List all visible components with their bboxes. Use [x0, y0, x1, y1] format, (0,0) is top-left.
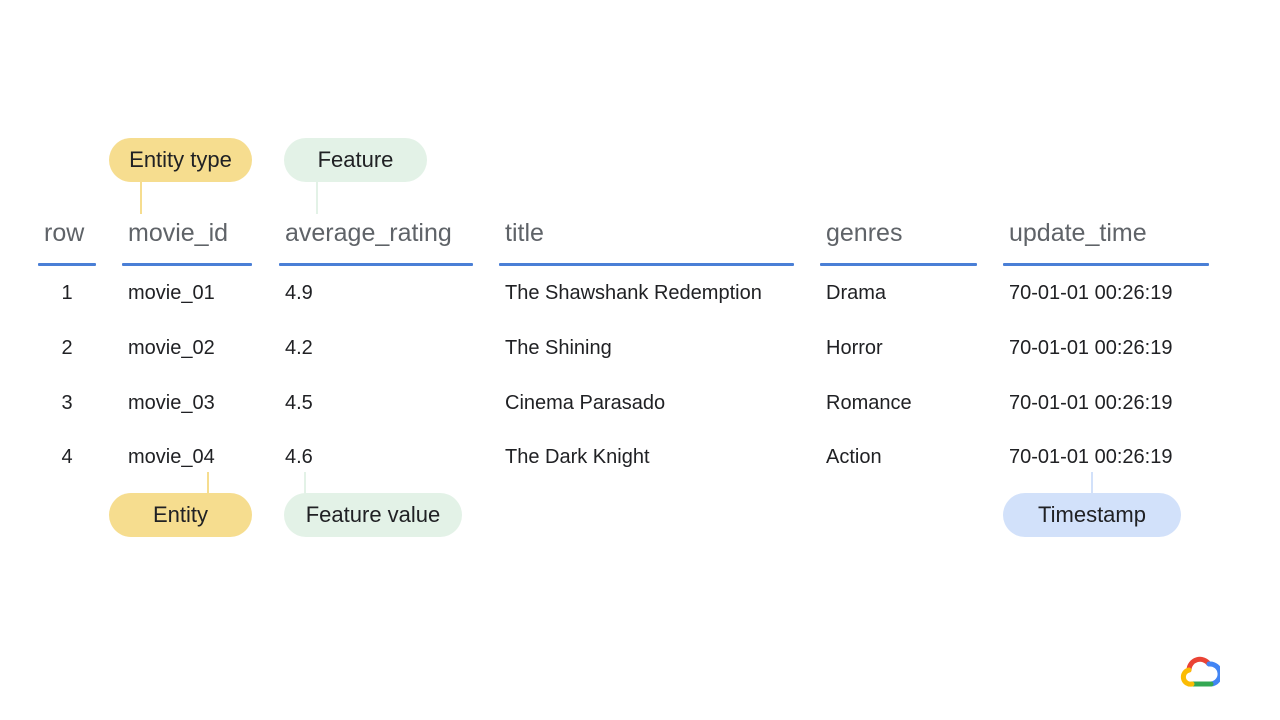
column-rule-update-time	[1003, 263, 1209, 266]
title-cell: The Shining	[505, 337, 612, 359]
title-cell: The Shawshank Redemption	[505, 282, 762, 304]
genres-cell: Drama	[826, 282, 887, 304]
column-header-genres: genres	[826, 219, 903, 247]
column-rule-row	[38, 263, 96, 266]
row-number-cell: 4	[61, 446, 73, 468]
column-rule-movie-id	[122, 263, 252, 266]
entity-type-connector	[140, 180, 142, 214]
movie-id-cell: movie_03	[128, 392, 215, 414]
update-time-cell: 70-01-01 00:26:19	[1009, 282, 1173, 304]
row-number-cell: 3	[61, 392, 73, 414]
movie-id-cell: movie_04	[128, 446, 215, 468]
average-rating-cell: 4.9	[285, 282, 313, 304]
column-rule-genres	[820, 263, 977, 266]
title-cell: Cinema Parasado	[505, 392, 666, 414]
title-cell: The Dark Knight	[505, 446, 650, 468]
update-time-cell: 70-01-01 00:26:19	[1009, 392, 1173, 414]
entity-label: Entity	[109, 493, 252, 537]
google-cloud-logo-icon	[1180, 656, 1220, 687]
column-header-row: row	[44, 219, 85, 247]
feature-value-label: Feature value	[284, 493, 462, 537]
movie-id-cell: movie_01	[128, 282, 215, 304]
column-header-title: title	[505, 219, 544, 247]
row-number-cell: 2	[61, 337, 73, 359]
genres-cell: Romance	[826, 392, 912, 414]
average-rating-cell: 4.6	[285, 446, 313, 468]
timestamp-label: Timestamp	[1003, 493, 1181, 537]
feature-label: Feature	[284, 138, 427, 182]
entity-connector	[207, 472, 209, 494]
update-time-cell: 70-01-01 00:26:19	[1009, 446, 1173, 468]
average-rating-cell: 4.5	[285, 392, 313, 414]
column-header-movie-id: movie_id	[128, 219, 229, 247]
feature-value-connector	[304, 472, 306, 494]
movie-id-cell: movie_02	[128, 337, 215, 359]
update-time-cell: 70-01-01 00:26:19	[1009, 337, 1173, 359]
entity-type-label: Entity type	[109, 138, 252, 182]
column-rule-title	[499, 263, 794, 266]
row-number-cell: 1	[61, 282, 73, 304]
column-header-update-time: update_time	[1009, 219, 1147, 247]
average-rating-cell: 4.2	[285, 337, 313, 359]
column-rule-average-rating	[279, 263, 473, 266]
feature-connector	[316, 180, 318, 214]
timestamp-connector	[1091, 472, 1093, 494]
column-header-average-rating: average_rating	[285, 219, 452, 247]
genres-cell: Horror	[826, 337, 883, 359]
genres-cell: Action	[826, 446, 882, 468]
